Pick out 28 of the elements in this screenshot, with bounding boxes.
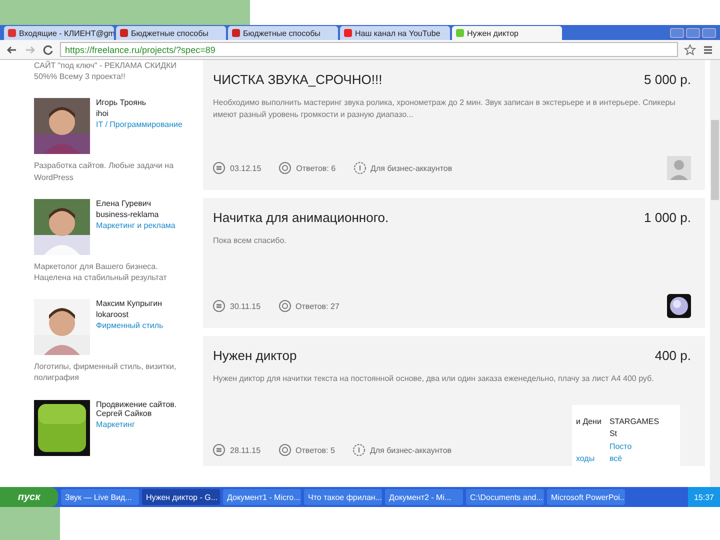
freelancer-description: Логотипы, фирменный стиль, визитки, полиграфия — [34, 361, 178, 384]
meta-text: Ответов: 27 — [296, 302, 340, 310]
freelancer-description: Маркетолог для Вашего бизнеса. Нацелена на стабильный результат — [34, 260, 168, 284]
popup-text: STARGAMES — [609, 417, 660, 426]
project-description: Нужен диктор для начитки текста на постоянной основе, два или один заказа еженедельно, плачу за лист А4 400 руб. — [213, 373, 655, 385]
meta-text: 30.11.15 — [230, 302, 261, 310]
freelancer-nick: lokaroost — [96, 310, 130, 320]
freelancer-nick: ihoi — [96, 109, 110, 118]
project-price: 400 р. — [654, 348, 691, 363]
project-price: 5 000 р. — [644, 72, 691, 87]
meta-text: 28.11.15 — [230, 446, 261, 454]
meta-text: Ответов: 6 — [296, 164, 336, 172]
meta-text: Ответов: 5 — [296, 446, 335, 454]
meta-text: Для бизнес-аккаунтов — [370, 164, 452, 172]
clock: 15:37 — [694, 492, 714, 502]
project-description: Пока всем спасибо. — [213, 235, 288, 247]
popup-text: Посто — [609, 442, 633, 451]
project-description: Необходимо выполнить мастеринг звука ролика, хронометраж до 2 мин. Звук записан в экстерьере и в интерьере. Спикеры имеют разный уровень громкости и разную диапазо... — [213, 97, 676, 121]
freelancer-nick: business-reklama — [96, 210, 160, 219]
project-price: 1 000 р. — [644, 210, 691, 225]
popup-text: St — [609, 429, 618, 438]
freelancer-description: САЙТ "под ключ" - РЕКЛАМА СКИДКИ 50%% Всему 3 проекта!! — [34, 60, 178, 82]
popup-text: и Дени — [576, 417, 602, 426]
popup-text: всё — [609, 454, 624, 463]
popup-text: ходы — [576, 454, 596, 463]
freelancer-description: Разработка сайтов. Любые задачи на WordPress — [34, 160, 175, 183]
meta-text: 03.12.15 — [230, 164, 262, 172]
meta-text: Для бизнес-аккаунтов — [370, 446, 452, 454]
